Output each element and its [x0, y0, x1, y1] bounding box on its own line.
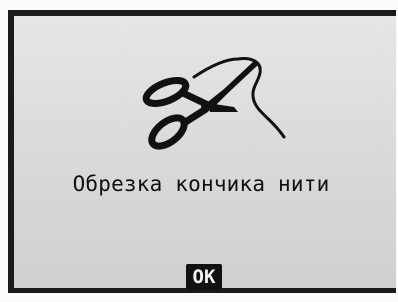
- thread: [192, 57, 286, 139]
- upper-handle-ring: [142, 77, 190, 107]
- lower-handle-ring: [148, 114, 188, 150]
- scissors-cutting-thread-icon: [142, 57, 286, 150]
- ok-button[interactable]: OK: [186, 264, 222, 290]
- blade-upper: [204, 61, 258, 111]
- blade-lower: [208, 103, 238, 112]
- thread-trim-message: Обрезка кончика нити: [72, 172, 330, 196]
- lcd-panel: Обрезка кончика нити OK: [8, 10, 396, 293]
- sewing-machine-display: Обрезка кончика нити OK: [0, 0, 398, 302]
- lower-arm: [180, 105, 210, 127]
